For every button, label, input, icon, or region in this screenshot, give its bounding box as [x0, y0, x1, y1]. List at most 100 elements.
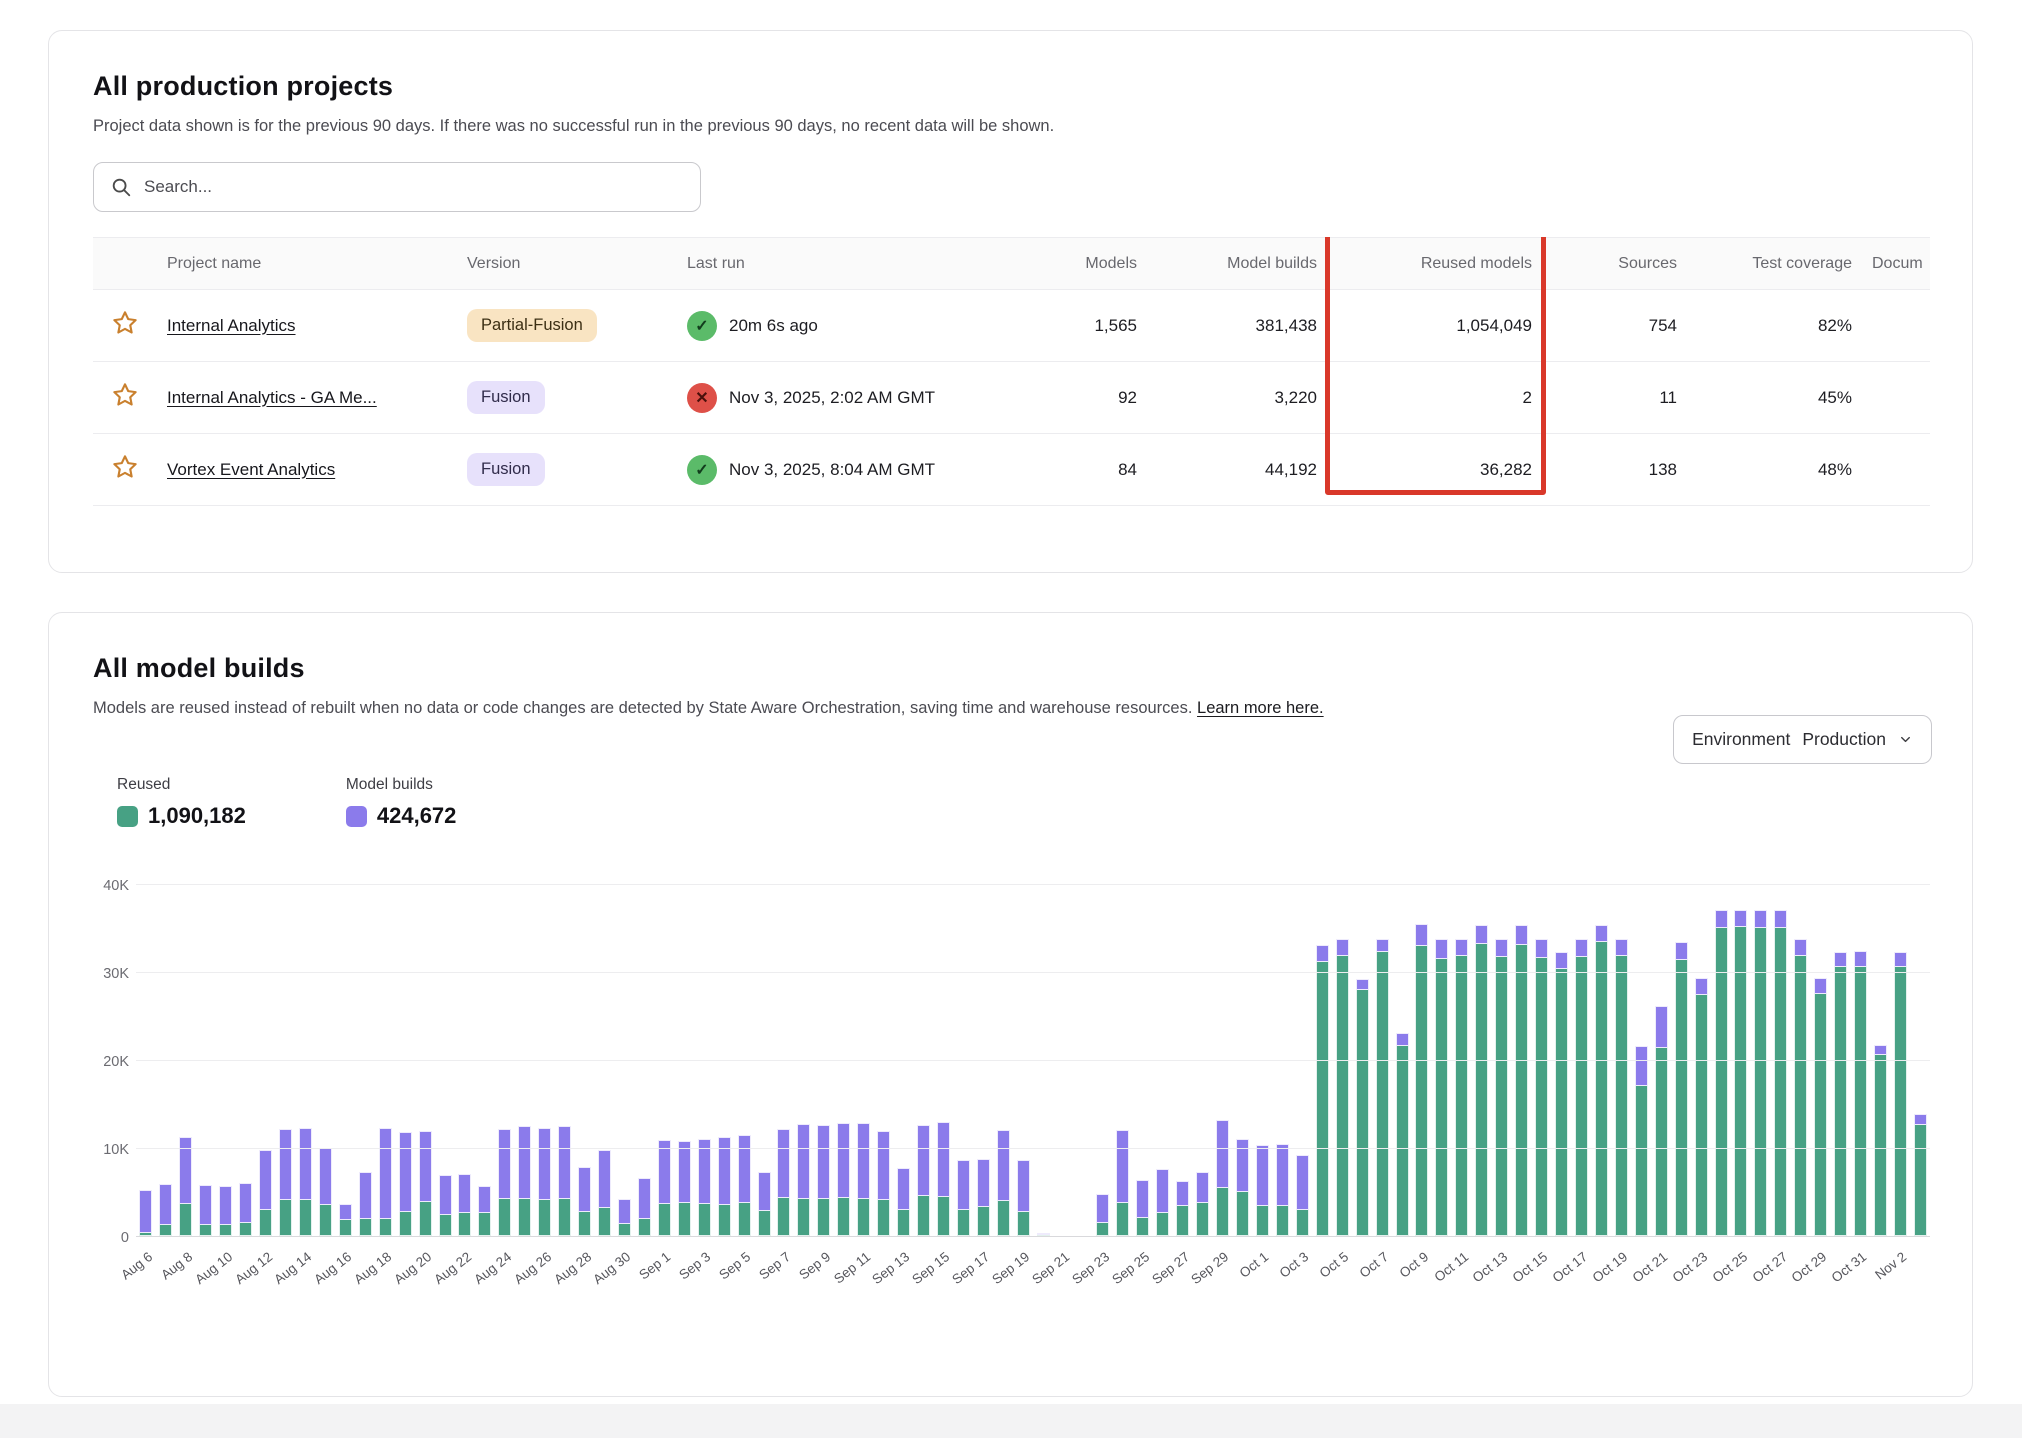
model-builds-segment: [638, 1178, 651, 1219]
star-icon[interactable]: [110, 452, 140, 482]
reused-segment: [1396, 1046, 1409, 1236]
reused-segment: [917, 1196, 930, 1236]
model-builds-segment: [1814, 978, 1827, 994]
col-model-builds[interactable]: Model builds: [1147, 238, 1327, 290]
reused-segment: [857, 1199, 870, 1236]
model-builds-segment: [518, 1126, 531, 1199]
x-tick-label: Sep 3: [676, 1249, 713, 1283]
environment-value: Production: [1802, 729, 1886, 750]
environment-select[interactable]: Environment Production: [1673, 715, 1932, 764]
model-builds-segment: [1635, 1046, 1648, 1086]
col-models[interactable]: Models: [1007, 238, 1147, 290]
model-builds-segment: [1176, 1181, 1189, 1207]
project-name-link[interactable]: Internal Analytics - GA Me...: [167, 388, 377, 407]
reused-segment: [1435, 959, 1448, 1236]
projects-table: Project name Version Last run Models Mod…: [93, 237, 1930, 506]
gridline: [136, 884, 1930, 885]
reused-segment: [159, 1225, 172, 1236]
reused-segment: [439, 1215, 452, 1236]
col-version[interactable]: Version: [457, 238, 677, 290]
gridline: [136, 1148, 1930, 1149]
last-run-cell: ✕Nov 3, 2025, 2:02 AM GMT: [677, 362, 1007, 434]
learn-more-link[interactable]: Learn more here.: [1197, 699, 1324, 717]
project-name-link[interactable]: Vortex Event Analytics: [167, 460, 335, 479]
x-tick-label: Sep 29: [1189, 1249, 1232, 1287]
model-builds-segment: [279, 1129, 292, 1200]
version-cell: Partial-Fusion: [457, 290, 677, 362]
model-builds-count: 3,220: [1147, 362, 1327, 434]
reused-segment: [359, 1219, 372, 1236]
gridline: [136, 1236, 1930, 1237]
reused-segment: [678, 1203, 691, 1236]
reused-segment: [1635, 1086, 1648, 1236]
reused-segment: [538, 1200, 551, 1236]
search-input[interactable]: [144, 177, 684, 197]
x-tick-label: Oct 5: [1317, 1249, 1352, 1281]
project-name-link[interactable]: Internal Analytics: [167, 316, 296, 335]
reused-segment: [997, 1201, 1010, 1236]
model-builds-segment: [1794, 939, 1807, 957]
model-builds-segment: [777, 1129, 790, 1199]
model-builds-segment: [1256, 1145, 1269, 1206]
model-builds-segment: [1715, 910, 1728, 928]
reused-segment: [419, 1202, 432, 1236]
projects-title: All production projects: [93, 71, 1928, 102]
reused-segment: [1894, 967, 1907, 1236]
model-builds-segment: [797, 1124, 810, 1199]
reused-segment: [718, 1205, 731, 1236]
x-tick-label: Sep 5: [716, 1249, 753, 1283]
reused-segment: [1774, 928, 1787, 1236]
x-tick-label: Oct 13: [1470, 1249, 1511, 1285]
model-builds-segment: [758, 1172, 771, 1212]
col-documentation[interactable]: Docum: [1862, 238, 1930, 290]
reused-segment: [777, 1198, 790, 1236]
reused-segment: [558, 1199, 571, 1236]
last-run-cell: ✓Nov 3, 2025, 8:04 AM GMT: [677, 434, 1007, 506]
reused-segment: [977, 1207, 990, 1236]
x-tick-label: Oct 11: [1431, 1249, 1471, 1285]
reused-segment: [797, 1199, 810, 1236]
model-builds-segment: [937, 1122, 950, 1198]
x-tick-label: Aug 20: [391, 1249, 434, 1287]
reused-segment: [1415, 946, 1428, 1236]
col-last-run[interactable]: Last run: [677, 238, 1007, 290]
reused-segment: [1854, 967, 1867, 1236]
col-reused-models[interactable]: Reused models: [1327, 238, 1542, 290]
favorite-cell: [93, 362, 157, 434]
documentation-cell: [1862, 290, 1930, 362]
model-builds-segment: [219, 1186, 232, 1225]
reused-models-count: 2: [1327, 362, 1542, 434]
legend-item: Model builds424,672: [346, 776, 457, 829]
model-builds-segment: [1774, 910, 1787, 928]
reused-segment: [817, 1199, 830, 1236]
project-name-cell: Internal Analytics - GA Me...: [157, 362, 457, 434]
col-sources[interactable]: Sources: [1542, 238, 1687, 290]
model-builds-segment: [558, 1126, 571, 1199]
model-builds-segment: [498, 1129, 511, 1199]
star-icon[interactable]: [110, 380, 140, 410]
model-builds-segment: [259, 1150, 272, 1210]
col-project-name[interactable]: Project name: [157, 238, 457, 290]
reused-segment: [1316, 962, 1329, 1236]
reused-segment: [1336, 956, 1349, 1236]
favorite-cell: [93, 290, 157, 362]
model-builds-segment: [1535, 939, 1548, 957]
reused-segment: [1356, 990, 1369, 1236]
model-builds-segment: [1196, 1172, 1209, 1204]
x-tick-label: Aug 10: [192, 1249, 235, 1287]
model-builds-segment: [1296, 1155, 1309, 1210]
x-tick-label: Aug 18: [351, 1249, 394, 1287]
version-cell: Fusion: [457, 434, 677, 506]
model-builds-segment: [1396, 1033, 1409, 1046]
model-builds-segment: [1116, 1130, 1129, 1203]
reused-segment: [319, 1205, 332, 1236]
x-tick-label: Aug 24: [471, 1249, 514, 1287]
model-builds-segment: [1555, 952, 1568, 970]
y-axis-labels: 010K20K30K40K: [93, 885, 129, 1237]
x-tick-label: Oct 3: [1277, 1249, 1312, 1281]
sources-count: 138: [1542, 434, 1687, 506]
reused-segment: [458, 1213, 471, 1236]
col-test-coverage[interactable]: Test coverage: [1687, 238, 1862, 290]
model-builds-segment: [239, 1183, 252, 1223]
star-icon[interactable]: [110, 308, 140, 338]
